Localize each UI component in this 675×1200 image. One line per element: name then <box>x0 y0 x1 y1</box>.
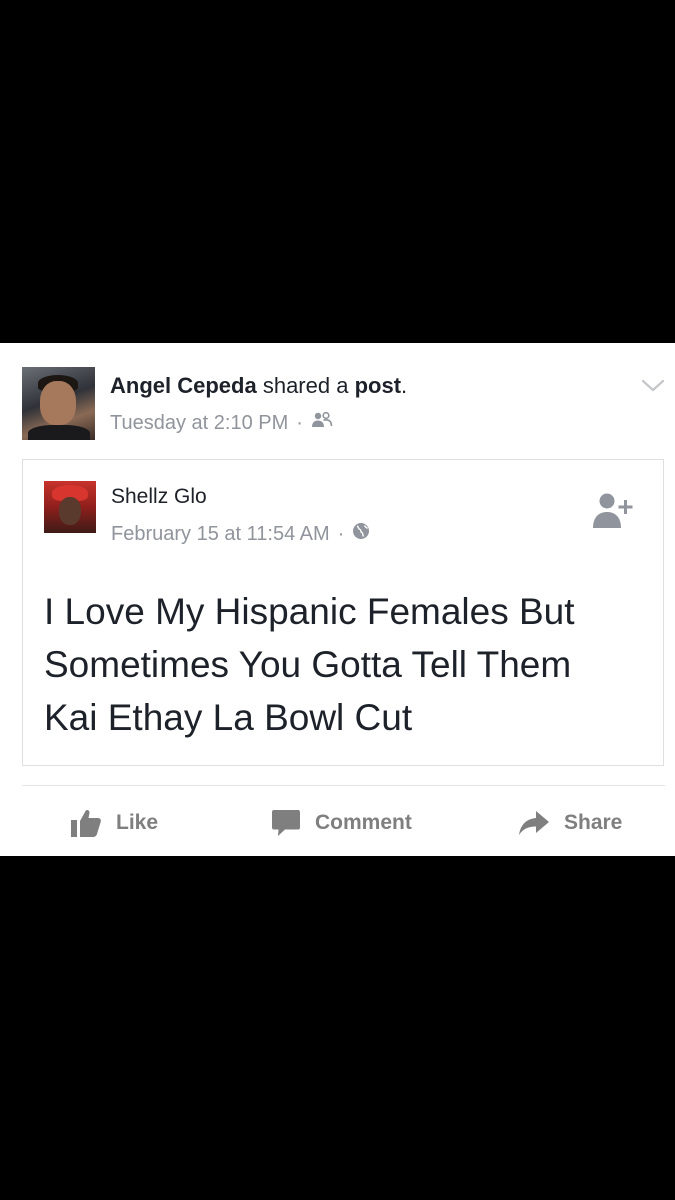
post-text-line: Kai Ethay La Bowl Cut <box>44 697 413 738</box>
avatar-face <box>40 381 76 425</box>
post-card: Angel Cepeda shared a post. Tuesday at 2… <box>0 343 675 856</box>
thumbs-up-icon <box>70 808 102 838</box>
shared-post-link[interactable]: post <box>355 373 401 398</box>
shared-post-text: I Love My Hispanic Females But Sometimes… <box>44 585 644 744</box>
meta-separator: · <box>296 411 303 434</box>
add-friend-icon[interactable] <box>591 490 637 530</box>
avatar-face <box>59 497 81 525</box>
share-arrow-icon <box>518 809 550 837</box>
actions-divider <box>22 785 665 786</box>
header-period: . <box>401 373 408 398</box>
post-header: Angel Cepeda shared a post. <box>110 373 407 399</box>
author-name[interactable]: Angel Cepeda <box>110 373 257 398</box>
author-avatar[interactable] <box>22 367 95 440</box>
shared-post-timestamp[interactable]: February 15 at 11:54 AM <box>111 523 330 546</box>
share-label: Share <box>564 811 623 834</box>
post-meta: Tuesday at 2:10 PM · <box>110 411 333 435</box>
shared-post[interactable]: Shellz Glo February 15 at 11:54 AM · I L… <box>22 459 664 766</box>
friends-icon[interactable] <box>311 411 333 435</box>
like-label: Like <box>116 811 159 834</box>
shared-author-name[interactable]: Shellz Glo <box>111 485 207 509</box>
comment-icon <box>271 808 301 838</box>
share-button[interactable]: Share <box>518 805 622 841</box>
avatar-shirt <box>28 425 90 440</box>
comment-button[interactable]: Comment <box>271 805 412 841</box>
post-text-line: I Love My Hispanic Females But <box>44 591 575 632</box>
shared-action-text: shared a <box>262 373 349 398</box>
meta-separator: · <box>337 522 345 545</box>
shared-post-meta: February 15 at 11:54 AM · <box>111 522 370 546</box>
comment-label: Comment <box>315 811 412 834</box>
globe-icon[interactable] <box>352 522 370 546</box>
like-button[interactable]: Like <box>70 805 158 841</box>
post-timestamp[interactable]: Tuesday at 2:10 PM <box>110 412 288 435</box>
shared-author-avatar[interactable] <box>44 481 96 533</box>
post-text-line: Sometimes You Gotta Tell Them <box>44 644 572 685</box>
chevron-down-icon[interactable] <box>640 375 666 395</box>
action-bar: Like Comment Share <box>0 795 675 851</box>
